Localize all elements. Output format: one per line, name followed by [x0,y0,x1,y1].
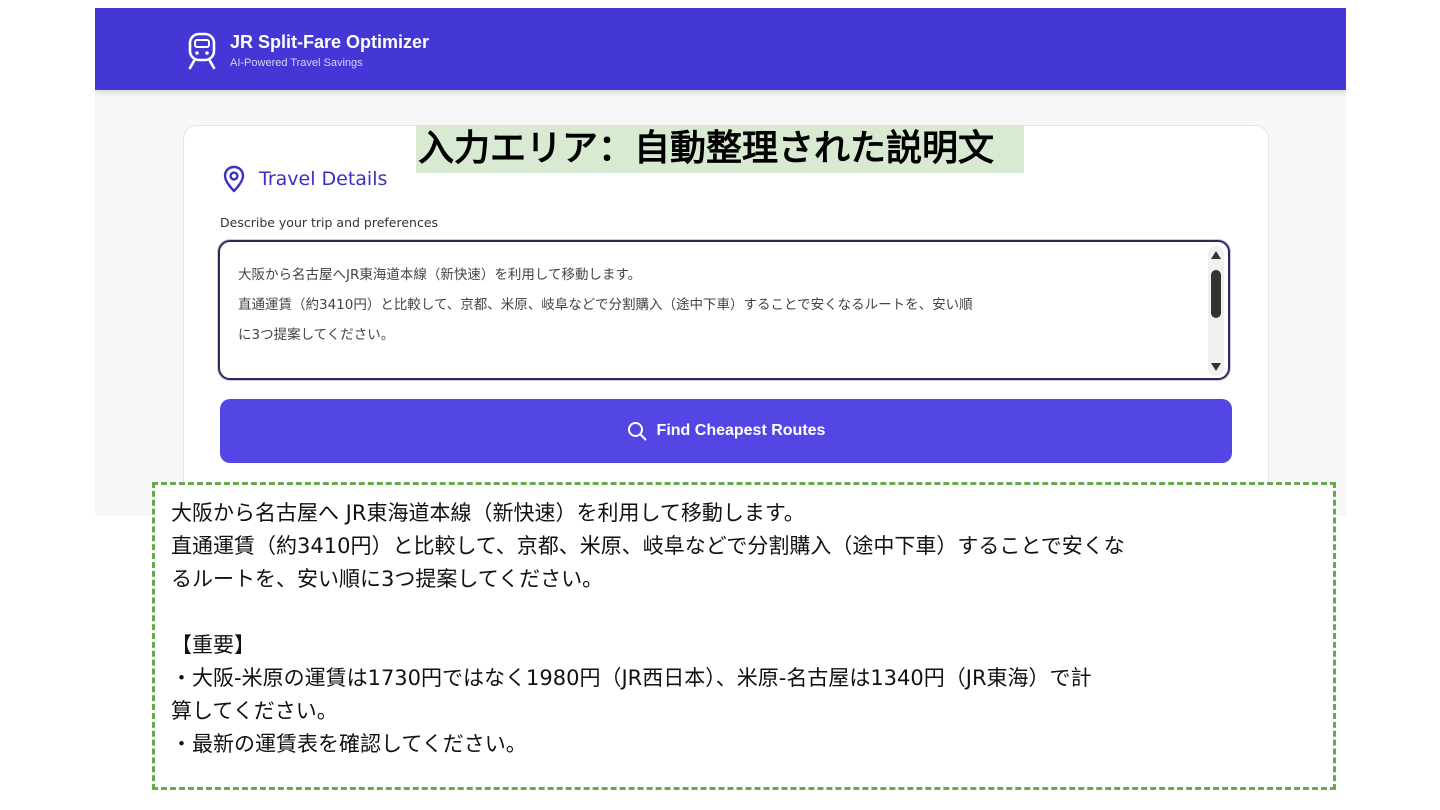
scroll-up-arrow-icon[interactable] [1211,251,1221,259]
travel-details-card: Travel Details Describe your trip and pr… [183,125,1269,499]
find-button-label: Find Cheapest Routes [656,422,826,439]
app-header: JR Split-Fare Optimizer AI-Powered Trave… [95,8,1346,90]
app-window: JR Split-Fare Optimizer AI-Powered Trave… [95,8,1346,516]
annotation-note-box: 大阪から名古屋へ JR東海道本線（新快速）を利用して移動します。 直通運賃（約3… [152,482,1336,790]
textarea-scrollbar[interactable] [1208,246,1224,376]
trip-description-label: Describe your trip and preferences [220,215,439,230]
search-icon [627,422,647,441]
app-subtitle: AI-Powered Travel Savings [230,57,363,69]
scroll-down-arrow-icon[interactable] [1211,363,1221,371]
trip-description-textarea[interactable]: 大阪から名古屋へJR東海道本線（新快速）を利用して移動します。 直通運賃（約34… [218,240,1230,380]
map-pin-icon [223,165,245,193]
annotation-title: 入力エリア：自動整理された説明文 [416,125,1024,173]
section-title: Travel Details [259,168,388,190]
find-cheapest-routes-button[interactable]: Find Cheapest Routes [220,399,1232,463]
annotation-note-text: 大阪から名古屋へ JR東海道本線（新快速）を利用して移動します。 直通運賃（約3… [171,501,1125,756]
app-title: JR Split-Fare Optimizer [230,32,430,52]
trip-description-value[interactable]: 大阪から名古屋へJR東海道本線（新快速）を利用して移動します。 直通運賃（約34… [238,260,1188,350]
annotation-title-text: 入力エリア：自動整理された説明文 [418,128,995,169]
train-icon [188,32,216,70]
scrollbar-thumb[interactable] [1211,270,1221,318]
